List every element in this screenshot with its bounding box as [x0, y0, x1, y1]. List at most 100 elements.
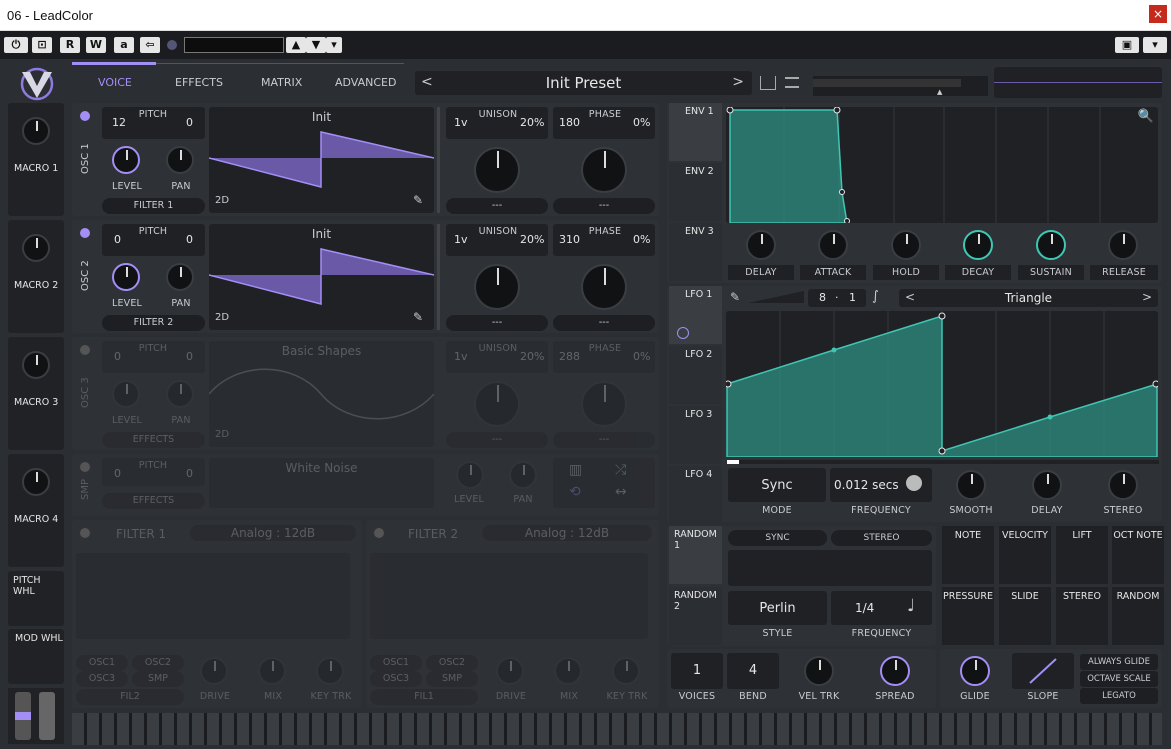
menu-icon[interactable] — [785, 77, 799, 88]
osc-1-phase-knob[interactable] — [581, 147, 627, 193]
lfo-grid-x[interactable]: 8 — [819, 291, 826, 304]
filter-1-drive-knob[interactable] — [200, 657, 228, 685]
tab-env-1[interactable]: ENV 1 — [669, 103, 722, 161]
macro-3[interactable]: MACRO 3 — [8, 337, 64, 450]
voices-value-box[interactable]: 1 — [671, 653, 723, 689]
tab-advanced[interactable]: ADVANCED — [335, 76, 396, 89]
volume-handle[interactable]: ▲ — [937, 88, 942, 96]
osc-1-pitch[interactable]: 12 PITCH 0 — [102, 107, 205, 139]
osc-2-detune[interactable]: 20% — [520, 233, 544, 246]
paint-icon[interactable]: ✎ — [730, 290, 740, 304]
filter-2-mix-knob[interactable] — [554, 657, 582, 685]
envelope-graph[interactable]: 🔍 — [726, 106, 1158, 224]
lfo-phase-handle[interactable] — [727, 460, 739, 464]
osc-2-voices[interactable]: 1v — [454, 233, 468, 246]
osc-3-phase-value[interactable]: 288 — [559, 350, 580, 363]
random-style-select[interactable]: Perlin — [728, 591, 827, 625]
filter-2-src-osc3[interactable]: OSC3 — [370, 671, 422, 687]
mod-lift[interactable]: LIFT — [1056, 526, 1108, 584]
lfo-phase-bar[interactable] — [727, 460, 1159, 464]
mod-note[interactable]: NOTE — [942, 526, 994, 584]
mod-pressure[interactable]: PRESSURE — [942, 587, 994, 645]
osc-3-wavetable[interactable]: Basic Shapes 2D — [209, 341, 434, 447]
sample-pan-knob[interactable] — [509, 461, 537, 489]
bypass-icon[interactable]: ⊡ — [32, 37, 52, 53]
filter-1-mix-knob[interactable] — [258, 657, 286, 685]
osc-2-dimension[interactable]: 2D — [215, 312, 229, 323]
osc-3-phase[interactable]: 288 PHASE 0% — [553, 341, 655, 373]
pitch-wheel-slot[interactable]: PITCH WHL — [8, 571, 64, 626]
macro-4-knob[interactable] — [22, 468, 50, 496]
osc-1-unison-knob[interactable] — [474, 147, 520, 193]
filter-1-keytrack-knob[interactable] — [316, 657, 344, 685]
read-button[interactable]: R — [60, 37, 80, 53]
osc-1-wavetable[interactable]: Init 2D ✎ — [209, 107, 434, 213]
osc-1-random-phase[interactable]: 0% — [633, 116, 650, 129]
loop-icon[interactable]: ⟲ — [569, 484, 581, 500]
osc-3-distortion-select[interactable]: --- — [553, 432, 655, 448]
env-sustain-knob[interactable] — [1036, 230, 1066, 260]
legato-button[interactable]: LEGATO — [1080, 688, 1158, 704]
osc-1-spectral-select[interactable]: --- — [446, 198, 548, 214]
bend-value[interactable]: 4 — [727, 663, 779, 678]
osc-1-filter-select[interactable]: FILTER 1 — [102, 198, 205, 214]
random-icon[interactable]: ⤮ — [615, 462, 626, 478]
filter-1-src-osc1[interactable]: OSC1 — [76, 655, 128, 671]
osc-2-pitch[interactable]: 0 PITCH 0 — [102, 224, 205, 256]
close-button[interactable]: × — [1149, 5, 1167, 23]
osc-3-phase-knob[interactable] — [581, 381, 627, 427]
osc-3-pitch[interactable]: 0 PITCH 0 — [102, 341, 205, 373]
sample-toggle[interactable] — [80, 462, 90, 472]
write-button[interactable]: W — [86, 37, 106, 53]
slope-display[interactable] — [1012, 653, 1074, 689]
filter-1-type[interactable]: Analog : 12dB — [190, 525, 356, 541]
filter-1-toggle[interactable] — [80, 528, 90, 538]
tab-random-2[interactable]: RANDOM 2 — [669, 587, 722, 645]
osc-1-unison[interactable]: 1v UNISON 20% — [446, 107, 548, 139]
lfo-frequency-value[interactable]: 0.012 secs — [834, 478, 899, 492]
filter-2-display[interactable] — [370, 553, 648, 639]
random-frequency[interactable]: 1/4 ♩ — [831, 591, 932, 625]
sample-effects-select[interactable]: EFFECTS — [102, 493, 205, 509]
env-decay-knob[interactable] — [963, 230, 993, 260]
lfo-mode-select[interactable]: Sync — [728, 468, 826, 502]
always-glide-button[interactable]: ALWAYS GLIDE — [1080, 654, 1158, 670]
spread-knob[interactable] — [880, 656, 910, 686]
keytrack-icon[interactable]: ▥ — [569, 462, 582, 478]
filter-2-fil[interactable]: FIL1 — [370, 689, 478, 705]
osc-3-level-knob[interactable] — [112, 380, 140, 408]
lfo-grid-size[interactable]: 8 · 1 — [808, 289, 866, 307]
osc-1-dimension[interactable]: 2D — [215, 195, 229, 206]
osc-1-level-knob[interactable] — [112, 146, 140, 174]
osc-3-spectral-select[interactable]: --- — [446, 432, 548, 448]
macro-2-knob[interactable] — [22, 234, 50, 262]
lfo-frequency[interactable]: 0.012 secs — [830, 468, 932, 502]
lfo-shape-name[interactable]: Triangle — [899, 291, 1158, 305]
mod-oct-note[interactable]: OCT NOTE — [1112, 526, 1164, 584]
filter-2-src-osc2[interactable]: OSC2 — [426, 655, 478, 671]
bounce-icon[interactable]: ↔ — [615, 484, 627, 500]
preset-dropdown[interactable]: ▾ — [326, 37, 342, 53]
env-hold-knob[interactable] — [891, 230, 921, 260]
note-icon[interactable]: ♩ — [907, 596, 915, 616]
mod-velocity[interactable]: VELOCITY — [999, 526, 1051, 584]
sample-level-knob[interactable] — [456, 461, 484, 489]
osc-2-filter-select[interactable]: FILTER 2 — [102, 315, 205, 331]
filter-2-type[interactable]: Analog : 12dB — [482, 525, 652, 541]
pitch-wheel[interactable] — [15, 692, 31, 740]
osc-2-tune[interactable]: 0 — [186, 233, 193, 246]
lfo-mode-value[interactable]: Sync — [728, 478, 826, 493]
filter-1-display[interactable] — [76, 553, 350, 639]
osc-1-detune[interactable]: 20% — [520, 116, 544, 129]
tab-lfo-2[interactable]: LFO 2 — [669, 346, 722, 404]
osc-2-edit-icon[interactable]: ✎ — [413, 310, 423, 324]
mod-random[interactable]: RANDOM — [1112, 587, 1164, 645]
osc-3-transpose[interactable]: 0 — [114, 350, 121, 363]
curve-icon[interactable]: ∫ — [872, 289, 879, 304]
octave-scale-button[interactable]: OCTAVE SCALE — [1080, 671, 1158, 687]
osc-2-toggle[interactable] — [80, 228, 90, 238]
automation-button[interactable]: a — [114, 37, 134, 53]
sample-transpose[interactable]: 0 — [114, 467, 121, 480]
preset-next-icon[interactable]: > — [732, 74, 744, 90]
random-frequency-value[interactable]: 1/4 — [855, 601, 874, 615]
